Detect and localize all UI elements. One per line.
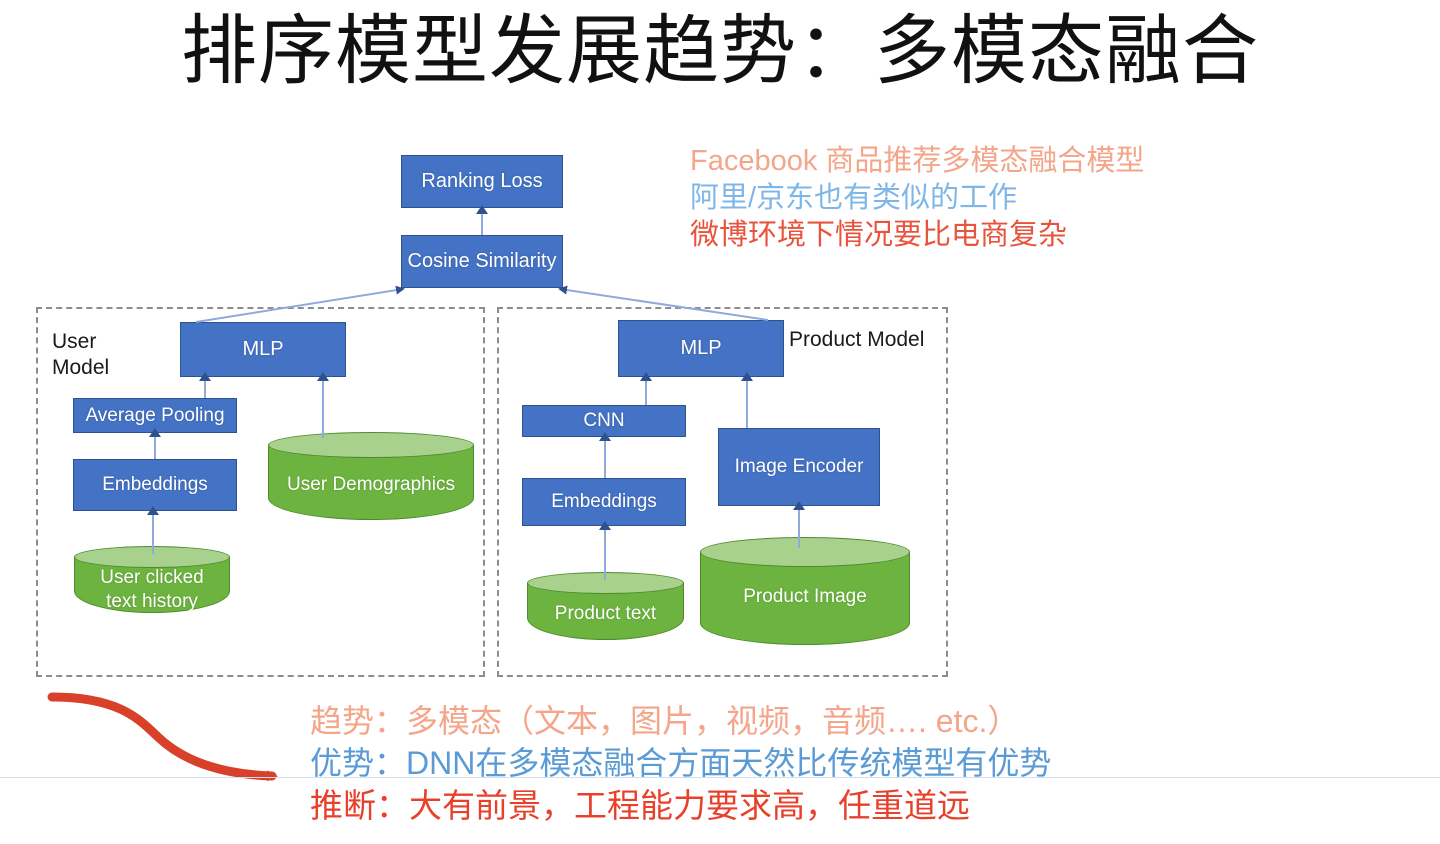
node-product-mlp[interactable]: MLP bbox=[618, 320, 784, 377]
cylinder-top-ellipse bbox=[268, 432, 474, 458]
node-image-encoder[interactable]: Image Encoder bbox=[718, 428, 880, 506]
arrowhead-history-to-embeddings bbox=[147, 506, 159, 515]
cylinder-user-clicked-text-history[interactable]: User clicked text history bbox=[74, 546, 230, 613]
node-ranking-loss[interactable]: Ranking Loss bbox=[401, 155, 563, 208]
arrowhead-cosine-to-ranking bbox=[476, 205, 488, 214]
top-annotation-block: Facebook 商品推荐多模态融合模型 阿里/京东也有类似的工作 微博环境下情… bbox=[690, 143, 1310, 254]
bottom-annotation-line-3: 推断：大有前景，工程能力要求高，任重道远 bbox=[310, 787, 970, 824]
arrowhead-image-encoder-to-product-mlp bbox=[741, 372, 753, 381]
connector-demographics-to-mlp bbox=[322, 377, 324, 438]
connector-image-encoder-to-product-mlp bbox=[746, 377, 748, 428]
group-label-user-model: User Model bbox=[52, 330, 110, 379]
connector-product-image-to-image-encoder bbox=[798, 506, 800, 548]
node-cosine-similarity[interactable]: Cosine Similarity bbox=[401, 235, 563, 288]
arrowhead-product-image-to-image-encoder bbox=[793, 501, 805, 510]
arrowhead-cnn-to-product-mlp bbox=[640, 372, 652, 381]
top-annotation-line-2: 阿里/京东也有类似的工作 bbox=[690, 182, 1018, 214]
connector-product-text-to-embeddings bbox=[604, 526, 606, 580]
bottom-annotation-block: 趋势：多模态（文本，图片，视频，音频…. etc.） 优势：DNN在多模态融合方… bbox=[310, 700, 1310, 828]
bottom-annotation-line-1: 趋势：多模态（文本，图片，视频，音频…. etc.） bbox=[310, 703, 1020, 739]
node-product-embeddings[interactable]: Embeddings bbox=[522, 478, 686, 526]
arrowhead-avgpool-to-mlp bbox=[199, 372, 211, 381]
cylinder-label: Product text bbox=[554, 603, 657, 624]
connector-product-embeddings-to-cnn bbox=[604, 437, 606, 478]
connector-history-to-embeddings bbox=[152, 511, 154, 554]
connector-cnn-to-product-mlp bbox=[645, 377, 647, 405]
slide-canvas: 排序模型发展趋势：多模态融合 Facebook 商品推荐多模态融合模型 阿里/京… bbox=[0, 0, 1440, 844]
cylinder-top-ellipse bbox=[700, 537, 910, 567]
red-curved-arrow bbox=[47, 692, 278, 782]
arrowhead-product-text-to-embeddings bbox=[599, 521, 611, 530]
page-title: 排序模型发展趋势：多模态融合 bbox=[181, 9, 1259, 94]
group-label-product-model: Product Model bbox=[789, 328, 925, 351]
node-user-embeddings[interactable]: Embeddings bbox=[73, 459, 237, 511]
arrowhead-product-embeddings-to-cnn bbox=[599, 432, 611, 441]
top-annotation-line-3: 微博环境下情况要比电商复杂 bbox=[690, 219, 1068, 251]
cylinder-label: Product Image bbox=[743, 586, 867, 607]
bottom-annotation-line-2: 优势：DNN在多模态融合方面天然比传统模型有优势 bbox=[310, 745, 1052, 781]
arrowhead-embeddings-to-avgpool bbox=[149, 428, 161, 437]
arrowhead-demographics-to-mlp bbox=[317, 372, 329, 381]
cylinder-product-image[interactable]: Product Image bbox=[700, 537, 910, 645]
top-annotation-line-1: Facebook 商品推荐多模态融合模型 bbox=[690, 145, 1145, 177]
node-user-mlp[interactable]: MLP bbox=[180, 322, 346, 377]
cylinder-label: User Demographics bbox=[287, 474, 455, 495]
cylinder-label: User clicked text history bbox=[100, 567, 204, 612]
cylinder-user-demographics[interactable]: User Demographics bbox=[268, 432, 474, 520]
cylinder-product-text[interactable]: Product text bbox=[527, 572, 684, 640]
